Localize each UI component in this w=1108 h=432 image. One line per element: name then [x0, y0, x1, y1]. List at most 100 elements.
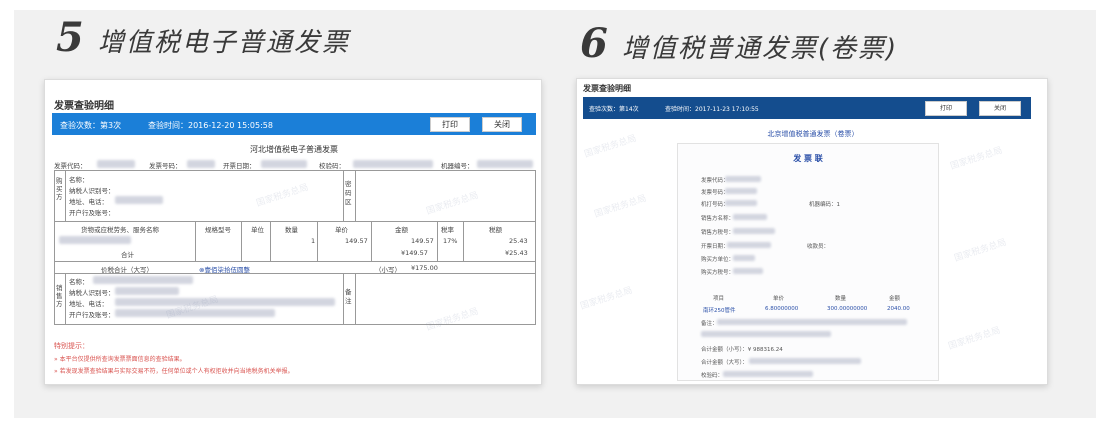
table-border [241, 221, 242, 261]
item-taxrate: 17% [443, 237, 458, 245]
col-header-price: 单价 [335, 226, 348, 234]
table-border [355, 273, 356, 324]
heading-roll-invoice: 6 增值税普通发票(卷票) [580, 20, 898, 67]
meta-check-code: 校验码： [319, 162, 345, 170]
redacted-value [701, 331, 831, 337]
seller-side-label: 销售方 [56, 284, 63, 308]
invoice-title: 河北增值税电子普通发票 [250, 145, 338, 154]
check-count: 查验次数：第14次 [589, 106, 639, 113]
check-time: 查验时间：2017-11-23 17:10:55 [665, 106, 759, 113]
table-border [195, 221, 196, 261]
col-header-item: 项目 [713, 296, 725, 302]
item-name: 南环250管件 [703, 308, 736, 314]
seller-address-label: 地址、电话： [69, 300, 108, 308]
notice-title: 特别提示： [54, 342, 89, 350]
table-border [535, 170, 536, 324]
info-bar: 查验次数：第14次 查验时间：2017-11-23 17:10:55 打印 关闭 [583, 97, 1031, 119]
field-buyer-taxid: 购买方税号： [701, 270, 735, 276]
table-border [437, 221, 438, 261]
table-border [463, 221, 464, 261]
watermark: 国家税务总局 [949, 145, 1004, 173]
field-seller-name: 销售方名称： [701, 216, 735, 222]
redacted-value [725, 200, 757, 206]
print-button[interactable]: 打印 [430, 117, 470, 132]
heading-title: 增值税电子普通发票 [97, 28, 350, 58]
redacted-value [725, 188, 757, 194]
panel-header: 发票查验明细 [583, 84, 631, 93]
total-big-label: 合计金额（大写）： [701, 360, 748, 366]
close-button[interactable]: 关闭 [979, 101, 1021, 116]
col-header-price: 单价 [773, 296, 785, 302]
subtotal-label: 合计 [121, 251, 134, 259]
meta-invoice-code: 发票代码： [54, 162, 87, 170]
watermark: 国家税务总局 [425, 306, 480, 334]
item-amount: 2040.00 [887, 306, 910, 312]
redacted-value [725, 176, 761, 182]
table-border [54, 324, 536, 325]
total-small: 合计金额（小写）：¥ 988316.24 [701, 347, 783, 353]
heading-title: 增值税普通发票(卷票) [621, 34, 899, 64]
cipher-area-label: 密码区 [345, 180, 352, 206]
item-amount: 149.57 [411, 237, 434, 245]
meta-machine-number: 机器编号： [441, 162, 474, 170]
invoice-subtitle: 发 票 联 [793, 154, 823, 163]
heading-electronic-invoice: 5 增值税电子普通发票 [56, 14, 350, 61]
redacted-value [115, 287, 179, 295]
buyer-taxid-label: 纳税人识别号： [69, 187, 115, 195]
table-border [54, 261, 536, 262]
table-border [317, 221, 318, 261]
watermark: 国家税务总局 [255, 182, 310, 210]
table-border [65, 273, 66, 324]
table-border [65, 170, 66, 221]
redacted-value [733, 268, 763, 274]
invoice-title: 北京增值税普通发票（卷票） [767, 130, 859, 138]
watermark: 国家税务总局 [425, 190, 480, 218]
print-button[interactable]: 打印 [925, 101, 967, 116]
table-border [54, 170, 55, 324]
invoice-check-panel-roll: 发票查验明细 查验次数：第14次 查验时间：2017-11-23 17:10:5… [576, 78, 1048, 385]
buyer-side-label: 购买方 [56, 177, 63, 201]
col-header-qty: 数量 [285, 226, 298, 234]
item-qty: 300.00000000 [827, 306, 868, 312]
redacted-value [733, 255, 755, 261]
col-header-taxrate: 税率 [441, 226, 454, 234]
invoice-check-panel-electronic: 发票查验明细 查验次数：第3次 查验时间：2016-12-20 15:05:58… [44, 79, 542, 385]
field-cashier: 收款员： [807, 244, 830, 250]
col-header-goods: 货物或应税劳务、服务名称 [81, 226, 159, 234]
field-machine-code: 机器编码：1 [809, 202, 840, 208]
table-border [343, 170, 344, 221]
seller-name-label: 名称： [69, 278, 89, 286]
col-header-tax: 税额 [489, 226, 502, 234]
redacted-value [353, 160, 433, 168]
check-code-label: 校验码： [701, 373, 724, 379]
redacted-value [115, 196, 163, 204]
meta-issue-date: 开票日期： [223, 162, 256, 170]
col-header-unit: 单位 [251, 226, 264, 234]
buyer-address-label: 地址、电话： [69, 198, 108, 206]
heading-number: 5 [56, 14, 84, 61]
table-border [54, 273, 536, 274]
close-button[interactable]: 关闭 [482, 117, 522, 132]
panel-header: 发票查验明细 [54, 101, 114, 112]
buyer-bank-label: 开户行及账号： [69, 209, 115, 217]
redacted-value [187, 160, 215, 168]
redacted-value [733, 228, 775, 234]
remark-label: 备注： [701, 321, 718, 327]
col-header-spec: 规格型号 [205, 226, 231, 234]
item-price: 149.57 [345, 237, 368, 245]
check-count: 查验次数：第3次 [60, 121, 122, 130]
total-small: ¥175.00 [411, 264, 438, 272]
col-header-amount: 金额 [889, 296, 901, 302]
item-qty: 1 [311, 237, 316, 245]
table-border [54, 170, 536, 171]
redacted-value [723, 371, 813, 377]
field-issue-date: 开票日期： [701, 244, 729, 250]
col-header-qty: 数量 [835, 296, 847, 302]
redacted-value [717, 319, 907, 325]
redacted-value [115, 298, 335, 306]
table-border [355, 170, 356, 221]
watermark: 国家税务总局 [953, 237, 1008, 265]
check-time: 查验时间：2016-12-20 15:05:58 [148, 121, 273, 130]
table-border [371, 221, 372, 261]
field-buyer-unit: 购买方单位： [701, 257, 735, 263]
